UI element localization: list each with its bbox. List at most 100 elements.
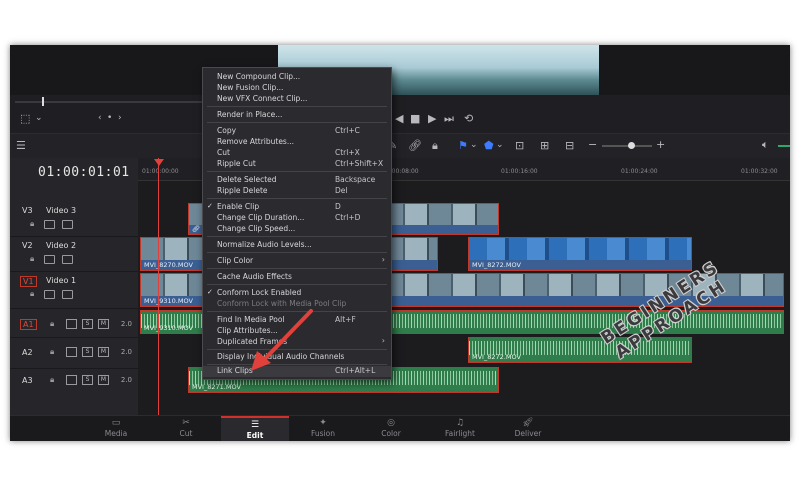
audio-clip-a2[interactable]: MVI_8272.MOV — [468, 337, 692, 363]
zoom-out-icon[interactable]: − — [588, 139, 597, 150]
lock-icon[interactable]: 🔒︎ — [30, 289, 34, 299]
auto-select-icon[interactable] — [44, 220, 55, 229]
menu-label: Change Clip Duration... — [217, 213, 305, 222]
play-reverse-icon[interactable]: ◀ — [395, 113, 403, 124]
auto-select-icon[interactable] — [66, 319, 77, 329]
menu-item-cache-audio-effects[interactable]: Cache Audio Effects — [203, 272, 391, 283]
menu-item-clip-color[interactable]: Clip Color › — [203, 255, 391, 267]
playhead[interactable] — [158, 158, 159, 441]
fairlight-icon: ♫ — [455, 418, 465, 428]
lock-icon[interactable]: 🔒︎ — [30, 219, 34, 229]
cut-icon: ✂ — [182, 418, 190, 428]
skip-forward-icon[interactable]: ⏭ — [444, 113, 454, 124]
timeline-toolbar: ☰ ✎ 🔗︎ 🔒︎ ⚑ ⌄ ⬟ ⌄ ⊡ ⊞ ⊟ − + 🔈︎ — [10, 133, 790, 159]
ruler-label: 01:00:16:00 — [501, 168, 538, 175]
menu-item-remove-attributes[interactable]: Remove Attributes... — [203, 137, 391, 148]
mute-button[interactable]: M — [98, 375, 109, 385]
lock-icon[interactable]: 🔒︎ — [50, 319, 54, 329]
menu-shortcut: Del — [335, 186, 348, 195]
menu-item-ripple-delete[interactable]: Ripple Delete Del — [203, 186, 391, 197]
menu-item-normalize-audio[interactable]: Normalize Audio Levels... — [203, 240, 391, 251]
menu-divider — [207, 122, 387, 123]
page-tab-edit[interactable]: ☰ Edit — [221, 416, 289, 441]
chevron-down-icon[interactable]: ⌄ — [496, 141, 504, 150]
auto-select-icon[interactable] — [66, 375, 77, 385]
lock-icon[interactable]: 🔒︎ — [50, 375, 54, 385]
page-tab-fairlight[interactable]: ♫ Fairlight — [426, 416, 494, 441]
menu-label: Enable Clip — [217, 202, 260, 211]
lock-icon[interactable]: 🔒︎ — [30, 254, 34, 264]
next-arrow-icon[interactable]: › — [118, 114, 122, 123]
playhead-handle[interactable] — [154, 159, 164, 166]
chevron-down-icon[interactable]: ⌄ — [470, 141, 478, 150]
page-tab-fusion[interactable]: ✦ Fusion — [289, 416, 357, 441]
lock-icon[interactable]: 🔒︎ — [50, 347, 54, 357]
menu-item-cut[interactable]: Cut Ctrl+X — [203, 148, 391, 159]
page-tab-cut[interactable]: ✂ Cut — [152, 416, 220, 441]
menu-label: Delete Selected — [217, 175, 277, 184]
track-id: V2 — [22, 241, 33, 250]
track-volume: 2.0 — [120, 320, 132, 328]
crop-icon[interactable]: ⬚ — [20, 113, 30, 124]
menu-label: New Fusion Clip... — [217, 83, 284, 92]
track-id-active[interactable]: V1 — [20, 276, 37, 287]
track-name[interactable]: Video 3 — [46, 206, 76, 215]
zoom-slider[interactable] — [602, 145, 652, 147]
flag-icon[interactable]: ⚑ — [458, 140, 468, 151]
menu-item-change-clip-speed[interactable]: Change Clip Speed... — [203, 224, 391, 235]
clip-name: MVI_9310.MOV — [144, 324, 193, 332]
clip-name: MVI_8272.MOV — [472, 261, 521, 269]
track-name[interactable]: Video 1 — [46, 276, 76, 285]
video-clip-v2-b[interactable]: MVI_8272.MOV — [468, 237, 692, 271]
page-label: Fusion — [311, 429, 335, 438]
page-tab-media[interactable]: ▭ Media — [82, 416, 150, 441]
zoom-full-icon[interactable]: ⊡ — [515, 140, 524, 151]
menu-item-new-fusion-clip[interactable]: New Fusion Clip... — [203, 83, 391, 94]
volume-level[interactable] — [778, 145, 790, 147]
disable-track-icon[interactable] — [62, 255, 73, 264]
track-id-active[interactable]: A1 — [20, 319, 37, 330]
menu-item-new-compound-clip[interactable]: New Compound Clip... — [203, 72, 391, 83]
menu-item-ripple-cut[interactable]: Ripple Cut Ctrl+Shift+X — [203, 159, 391, 170]
solo-button[interactable]: S — [82, 375, 93, 385]
zoom-in-icon[interactable]: + — [656, 139, 665, 150]
solo-button[interactable]: S — [82, 319, 93, 329]
menu-item-render-in-place[interactable]: Render in Place... — [203, 110, 391, 121]
stop-icon[interactable]: ■ — [410, 113, 420, 124]
edit-icon: ☰ — [250, 420, 260, 430]
auto-select-icon[interactable] — [66, 347, 77, 357]
page-tab-color[interactable]: ◎ Color — [357, 416, 425, 441]
auto-select-icon[interactable] — [44, 255, 55, 264]
track-header-v3: V3 Video 3 🔒︎ — [10, 202, 138, 237]
zoom-slider-knob[interactable] — [628, 142, 635, 149]
menu-item-copy[interactable]: Copy Ctrl+C — [203, 126, 391, 137]
chevron-down-icon[interactable]: ⌄ — [35, 114, 43, 123]
deliver-icon: 🚀︎ — [522, 418, 534, 428]
page-tab-deliver[interactable]: 🚀︎ Deliver — [494, 416, 562, 441]
menu-item-change-clip-duration[interactable]: Change Clip Duration... Ctrl+D — [203, 213, 391, 224]
track-name[interactable]: Video 2 — [46, 241, 76, 250]
disable-track-icon[interactable] — [62, 290, 73, 299]
menu-item-conform-lock-enabled[interactable]: ✓ Conform Lock Enabled — [203, 288, 391, 299]
dot-icon: • — [107, 113, 113, 123]
mute-button[interactable]: M — [98, 319, 109, 329]
link-icon[interactable]: 🔗︎ — [408, 140, 422, 151]
disable-track-icon[interactable] — [62, 220, 73, 229]
clip-name: MVI_8270.MOV — [144, 261, 193, 269]
auto-select-icon[interactable] — [44, 290, 55, 299]
menu-item-enable-clip[interactable]: ✓ Enable Clip D — [203, 202, 391, 213]
zoom-detail-icon[interactable]: ⊞ — [540, 140, 549, 151]
prev-arrow-icon[interactable]: ‹ — [98, 114, 102, 123]
mute-button[interactable]: M — [98, 347, 109, 357]
menu-item-delete-selected[interactable]: Delete Selected Backspace — [203, 175, 391, 186]
zoom-custom-icon[interactable]: ⊟ — [565, 140, 574, 151]
menu-item-new-vfx-connect-clip[interactable]: New VFX Connect Clip... — [203, 94, 391, 105]
play-icon[interactable]: ▶ — [428, 113, 436, 124]
lock-icon[interactable]: 🔒︎ — [432, 140, 438, 151]
layout-icon[interactable]: ☰ — [16, 140, 26, 151]
scrub-knob[interactable] — [42, 97, 44, 106]
volume-icon[interactable]: 🔈︎ — [762, 139, 769, 150]
loop-icon[interactable]: ⟲ — [464, 113, 473, 124]
solo-button[interactable]: S — [82, 347, 93, 357]
marker-icon[interactable]: ⬟ — [484, 140, 494, 151]
